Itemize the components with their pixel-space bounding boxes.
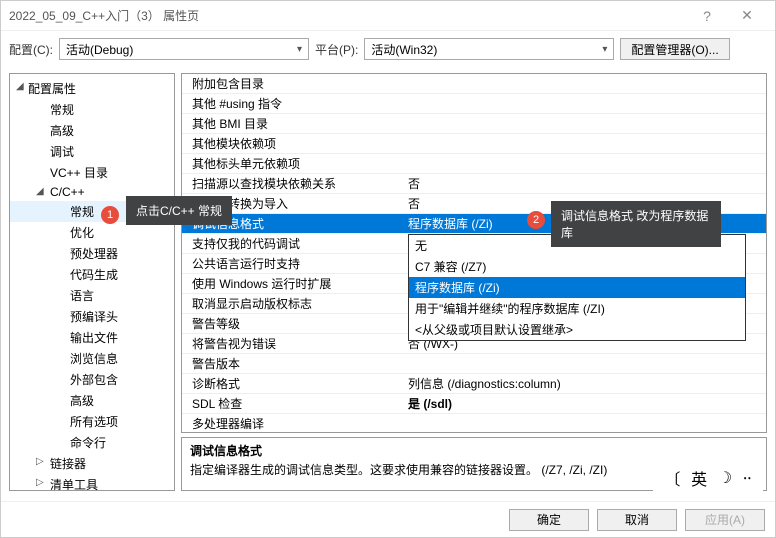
tree-item[interactable]: 代码生成 <box>10 264 174 285</box>
property-row[interactable]: 附加包含目录 <box>182 74 766 94</box>
dropdown-option[interactable]: 程序数据库 (/Zi) <box>409 277 745 298</box>
tree-item[interactable]: 高级 <box>10 120 174 141</box>
annotation-callout-1: 点击C/C++ 常规 <box>126 196 232 225</box>
tree-item[interactable]: 命令行 <box>10 432 174 453</box>
property-grid[interactable]: 附加包含目录其他 #using 指令其他 BMI 目录其他模块依赖项其他标头单元… <box>181 73 767 433</box>
annotation-badge-1: 1 <box>101 206 119 224</box>
ime-indicator[interactable]: 〔 英 ☽ ⸱⸱ <box>653 461 763 495</box>
chevron-down-icon: ▾ <box>602 44 607 55</box>
property-row[interactable]: 扫描源以查找模块依赖关系否 <box>182 174 766 194</box>
config-combo[interactable]: 活动(Debug) ▾ <box>59 38 309 60</box>
property-row[interactable]: 其他 #using 指令 <box>182 94 766 114</box>
annotation-badge-2: 2 <box>527 211 545 229</box>
tree-item[interactable]: ▷链接器 <box>10 453 174 474</box>
cancel-button[interactable]: 取消 <box>597 509 677 531</box>
dialog-footer: 确定 取消 应用(A) <box>1 501 775 537</box>
apply-button[interactable]: 应用(A) <box>685 509 765 531</box>
tree-item[interactable]: 输出文件 <box>10 327 174 348</box>
chevron-down-icon: ▾ <box>297 44 302 55</box>
property-row[interactable]: 其他标头单元依赖项 <box>182 154 766 174</box>
property-row[interactable]: 警告版本 <box>182 354 766 374</box>
dropdown-option[interactable]: C7 兼容 (/Z7) <box>409 256 745 277</box>
toolbar: 配置(C): 活动(Debug) ▾ 平台(P): 活动(Win32) ▾ 配置… <box>1 31 775 67</box>
ime-dots: ⸱⸱ <box>743 467 752 489</box>
ime-lang: 英 <box>691 466 707 490</box>
tree-item[interactable]: 高级 <box>10 390 174 411</box>
tree-item[interactable]: 调试 <box>10 141 174 162</box>
desc-title: 调试信息格式 <box>190 442 758 459</box>
property-row[interactable]: 其他 BMI 目录 <box>182 114 766 134</box>
tree-item[interactable]: 浏览信息 <box>10 348 174 369</box>
tree-item[interactable]: 预处理器 <box>10 243 174 264</box>
property-row[interactable]: 其他模块依赖项 <box>182 134 766 154</box>
titlebar: 2022_05_09_C++入门（3） 属性页 ? ✕ <box>1 1 775 31</box>
ime-divider: 〔 <box>664 466 680 490</box>
platform-label: 平台(P): <box>315 41 358 58</box>
debug-format-dropdown[interactable]: 无C7 兼容 (/Z7)程序数据库 (/Zi)用于"编辑并继续"的程序数据库 (… <box>408 234 746 341</box>
help-icon[interactable]: ? <box>687 8 727 24</box>
close-icon[interactable]: ✕ <box>727 7 767 24</box>
tree-item[interactable]: 预编译头 <box>10 306 174 327</box>
annotation-callout-2: 调试信息格式 改为程序数据库 <box>551 201 721 247</box>
tree-item[interactable]: 语言 <box>10 285 174 306</box>
property-row[interactable]: 诊断格式列信息 (/diagnostics:column) <box>182 374 766 394</box>
tree-root[interactable]: ◢配置属性 <box>10 78 174 99</box>
tree-item[interactable]: 所有选项 <box>10 411 174 432</box>
window-title: 2022_05_09_C++入门（3） 属性页 <box>9 7 687 24</box>
tree-view[interactable]: ◢配置属性 常规高级调试VC++ 目录 ◢C/C++ 常规优化预处理器代码生成语… <box>9 73 175 491</box>
moon-icon: ☽ <box>718 468 732 488</box>
tree-item[interactable]: VC++ 目录 <box>10 162 174 183</box>
dropdown-option[interactable]: 用于"编辑并继续"的程序数据库 (/ZI) <box>409 298 745 319</box>
dropdown-option[interactable]: <从父级或项目默认设置继承> <box>409 319 745 340</box>
ok-button[interactable]: 确定 <box>509 509 589 531</box>
property-row[interactable]: SDL 检查是 (/sdl) <box>182 394 766 414</box>
tree-item[interactable]: ▷清单工具 <box>10 474 174 491</box>
tree-item[interactable]: 优化 <box>10 222 174 243</box>
property-row[interactable]: 多处理器编译 <box>182 414 766 433</box>
platform-combo[interactable]: 活动(Win32) ▾ <box>364 38 614 60</box>
config-label: 配置(C): <box>9 41 53 58</box>
tree-item[interactable]: 常规 <box>10 99 174 120</box>
config-manager-button[interactable]: 配置管理器(O)... <box>620 38 729 60</box>
tree-item[interactable]: 外部包含 <box>10 369 174 390</box>
